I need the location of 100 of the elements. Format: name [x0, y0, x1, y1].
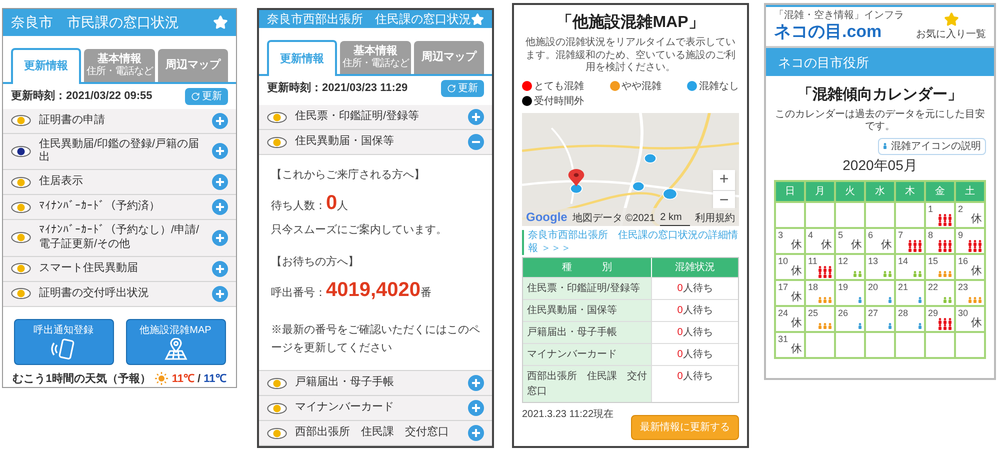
calendar-day[interactable]: 28 — [895, 306, 925, 332]
closed-label: 休 — [791, 292, 802, 303]
calendar-day[interactable]: 9 — [955, 228, 985, 254]
list-item[interactable]: 戸籍届出・母子手帳 — [259, 371, 492, 396]
calendar-day[interactable]: 29 — [925, 306, 955, 332]
star-icon[interactable] — [944, 12, 958, 27]
calendar-day[interactable]: 7 — [895, 228, 925, 254]
calendar-day[interactable]: 11 — [805, 254, 835, 280]
calendar-day[interactable]: 23 — [955, 280, 985, 306]
tab-label: 周辺マップ — [165, 60, 220, 70]
calendar-day — [805, 202, 835, 228]
page-title: 奈良市 市民課の窓口状況 — [11, 12, 179, 32]
list-item[interactable]: ﾏｲﾅﾝﾊﾞｰｶｰﾄﾞ（予約なし）/申請/電子証更新/その他 — [3, 220, 236, 256]
expand-icon[interactable] — [468, 400, 484, 416]
eye-icon — [11, 232, 31, 244]
calendar-day[interactable]: 19 — [835, 280, 865, 306]
page-title: 「混雑傾向カレンダー」 — [796, 85, 964, 106]
map-view[interactable]: + − Google 地図データ ©2021 2 km 利用規約 — [522, 112, 739, 226]
zoom-in-button[interactable]: + — [713, 170, 735, 190]
list-item[interactable]: ﾏｲﾅﾝﾊﾞｰｶｰﾄﾞ（予約済） — [3, 195, 236, 220]
expand-icon[interactable] — [468, 375, 484, 391]
calendar-day[interactable]: 12 — [835, 254, 865, 280]
favorites-link[interactable]: お気に入り一覧 — [916, 26, 986, 42]
weekday-header: 金 — [925, 180, 955, 202]
closed-label: 休 — [791, 240, 802, 251]
list-item[interactable]: 住民異動届・国保等 — [259, 130, 492, 156]
weather-label: むこう1時間の天気（予報） — [12, 372, 151, 386]
calendar-day[interactable]: 13 — [865, 254, 895, 280]
calendar-day[interactable]: 8 — [925, 228, 955, 254]
site-logo[interactable]: ネコの目.com — [774, 21, 904, 42]
calendar-day[interactable]: 17 休 — [775, 280, 805, 306]
tab-label: 更新情報 — [24, 61, 68, 72]
item-label: 証明書の交付呼出状況 — [39, 286, 150, 300]
calendar-day[interactable]: 30 休 — [955, 306, 985, 332]
day-number: 8 — [928, 230, 934, 240]
calendar-day[interactable]: 2 休 — [955, 202, 985, 228]
table-cell: 住民異動届・国保等 — [523, 300, 652, 321]
day-number: 5 — [838, 230, 844, 240]
list-item[interactable]: マイナンバーカード — [259, 396, 492, 421]
section-heading: 【お待ちの方へ】 — [271, 254, 360, 270]
item-label: 西部出張所 住民課 交付窓口 — [295, 426, 450, 440]
refresh-icon — [191, 92, 200, 100]
expand-icon[interactable] — [468, 425, 484, 441]
calendar-day[interactable]: 24 休 — [775, 306, 805, 332]
phone-icon — [50, 338, 76, 360]
list-item[interactable]: スマート住民異動届 — [3, 256, 236, 282]
item-label: スマート住民異動届 — [39, 262, 139, 276]
expand-icon[interactable] — [212, 260, 228, 276]
day-number: 31 — [778, 334, 790, 344]
legend-button[interactable]: 混雑アイコンの説明 — [878, 138, 986, 155]
table-cell-text: 0人待ち — [676, 348, 714, 362]
item-label: 証明書の申請 — [39, 114, 106, 128]
expand-icon[interactable] — [212, 230, 228, 246]
calendar-day[interactable]: 22 — [925, 280, 955, 306]
day-number: 3 — [778, 230, 784, 240]
expand-icon[interactable] — [212, 286, 228, 302]
day-number: 15 — [928, 256, 940, 266]
tagline: 「混雑・空き情報」インフラ — [774, 11, 904, 21]
list-item[interactable]: 証明書の申請 — [3, 108, 236, 134]
expand-icon[interactable] — [212, 143, 228, 160]
calendar-day[interactable]: 25 — [805, 306, 835, 332]
day-number: 27 — [868, 308, 880, 318]
column-header: 混雑状況 — [674, 260, 716, 275]
expand-icon[interactable] — [212, 174, 228, 190]
calendar-day[interactable]: 5 休 — [835, 228, 865, 254]
calendar-day[interactable]: 27 — [865, 306, 895, 332]
calendar-day[interactable]: 10 休 — [775, 254, 805, 280]
table-cell: 戸籍届出・母子手帳 — [523, 322, 652, 343]
weekday-header: 水 — [865, 180, 895, 202]
star-icon[interactable] — [471, 12, 484, 27]
temperature-text: 11℃ / 11℃ — [172, 372, 226, 386]
day-number: 18 — [808, 282, 820, 292]
map-scale: 2 km — [660, 210, 690, 226]
closed-label: 休 — [791, 266, 802, 277]
calendar-day[interactable]: 1 — [925, 202, 955, 228]
day-number: 9 — [958, 230, 964, 240]
table-cell-text: 0人待ち — [676, 370, 714, 384]
calendar-day[interactable]: 18 — [805, 280, 835, 306]
calendar-day[interactable]: 31 休 — [775, 332, 805, 358]
list-item[interactable]: 住民異動届/印鑑の登録/戸籍の届出 — [3, 134, 236, 170]
calendar-day[interactable]: 3 休 — [775, 228, 805, 254]
list-item[interactable]: 住居表示 — [3, 170, 236, 195]
day-number: 2 — [958, 204, 964, 214]
list-item[interactable]: 西部出張所 住民課 交付窓口 — [259, 421, 492, 446]
list-item[interactable]: 住民票・印鑑証明/登録等 — [259, 105, 492, 130]
calendar-day[interactable]: 26 — [835, 306, 865, 332]
calendar-day[interactable]: 6 休 — [865, 228, 895, 254]
terms-link[interactable]: 利用規約 — [694, 211, 735, 226]
calendar-day[interactable]: 21 — [895, 280, 925, 306]
eye-icon — [11, 115, 31, 126]
calendar-day[interactable]: 15 — [925, 254, 955, 280]
expand-icon[interactable] — [212, 112, 228, 128]
calendar-day[interactable]: 16 休 — [955, 254, 985, 280]
list-item[interactable]: 証明書の交付呼出状況 — [3, 282, 236, 306]
expand-icon[interactable] — [468, 109, 484, 126]
collapse-icon[interactable] — [468, 134, 484, 150]
expand-icon[interactable] — [212, 199, 228, 215]
calendar-day[interactable]: 14 — [895, 254, 925, 280]
calendar-day[interactable]: 4 休 — [805, 228, 835, 254]
calendar-day[interactable]: 20 — [865, 280, 895, 306]
